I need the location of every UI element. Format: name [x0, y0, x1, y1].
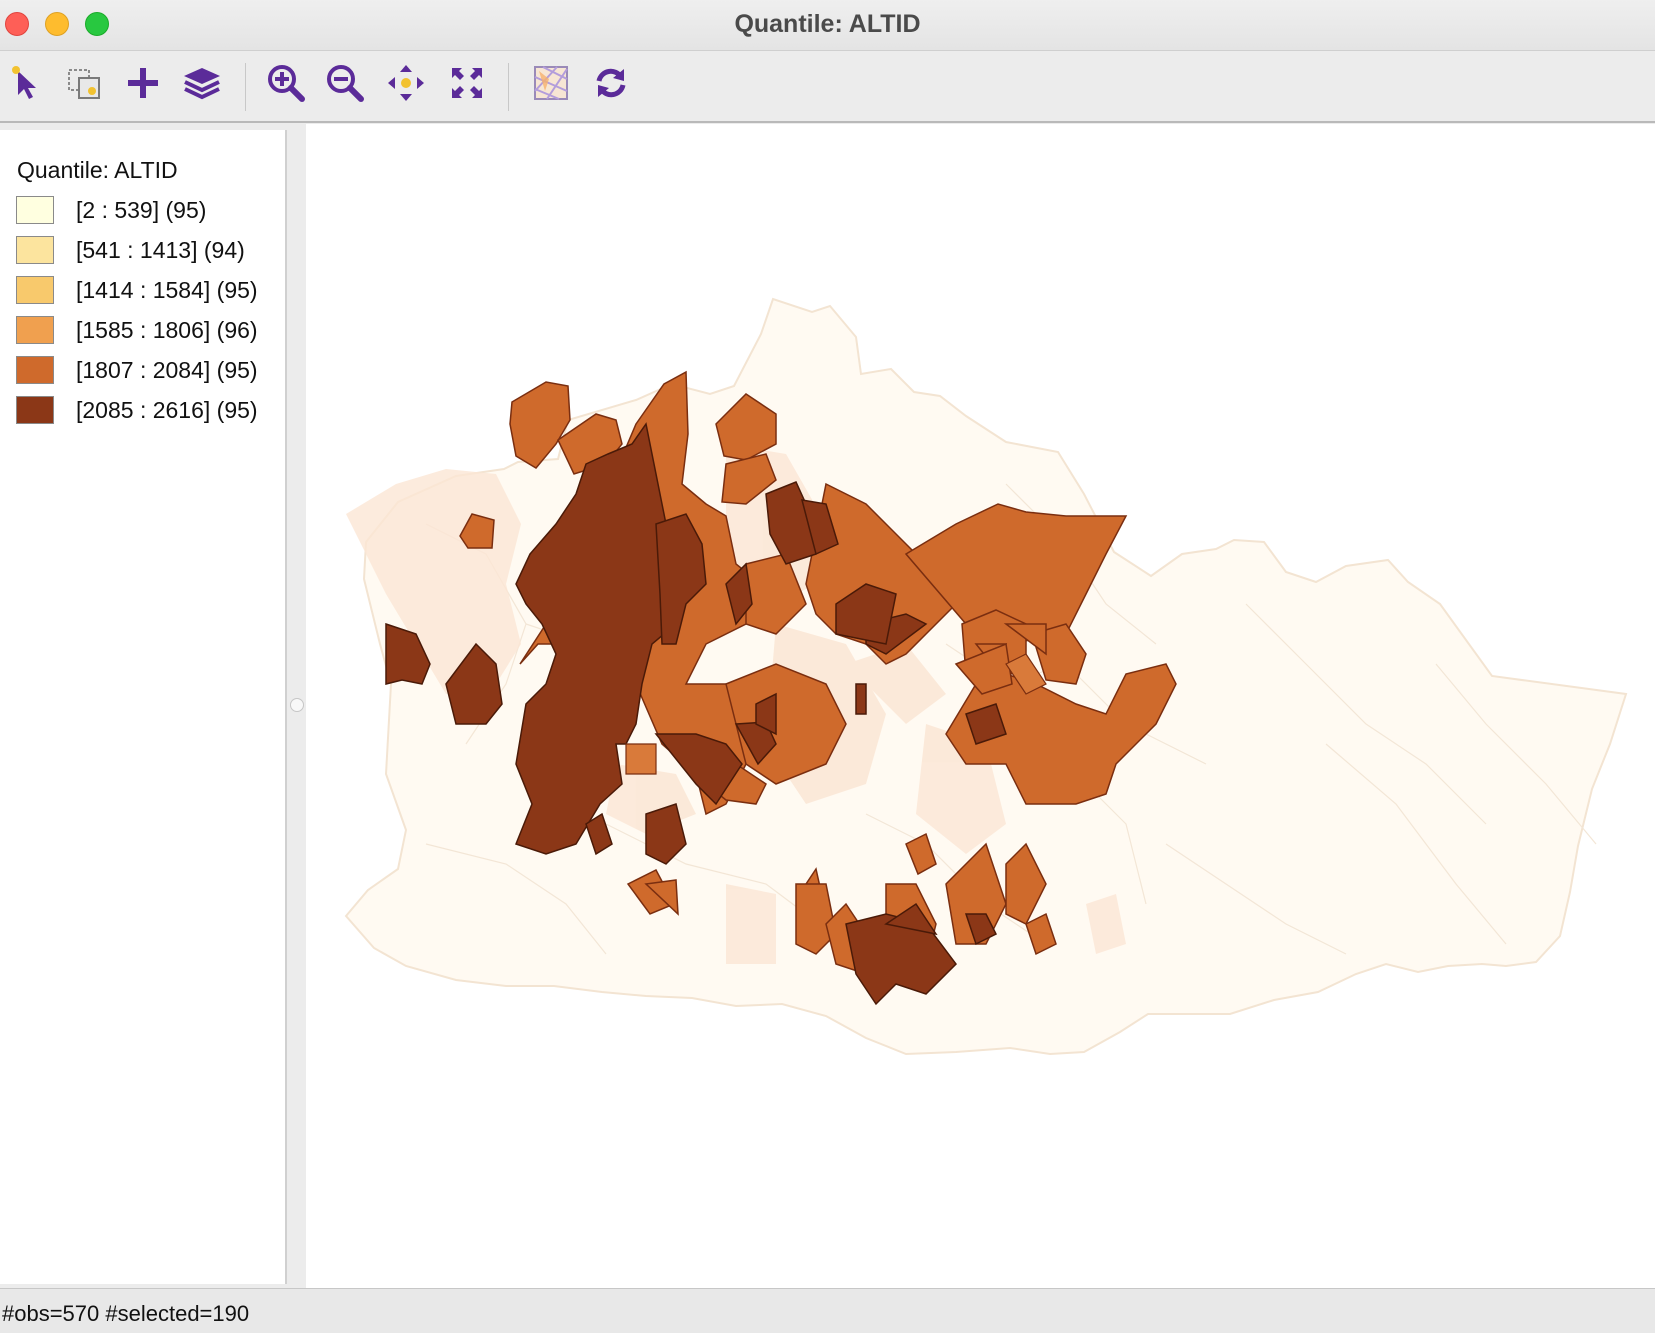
legend-label: [2085 : 2616] (95) [76, 397, 258, 423]
map-canvas[interactable] [306, 124, 1655, 1288]
selection-shapes-icon [68, 69, 100, 99]
legend-item[interactable]: [2 : 539] (95) [16, 196, 281, 226]
zoom-out-icon [327, 65, 364, 102]
legend-swatch [16, 356, 54, 384]
select-tool-button[interactable] [4, 61, 48, 105]
plus-icon [128, 68, 158, 98]
legend-panel: Quantile: ALTID [2 : 539] (95) [541 : 14… [0, 130, 287, 1284]
legend-label: [541 : 1413] (94) [76, 237, 245, 263]
zoom-in-button[interactable] [264, 61, 308, 105]
full-extent-button[interactable] [445, 61, 489, 105]
legend-item[interactable]: [2085 : 2616] (95) [16, 396, 281, 426]
status-bar: #obs=570 #selected=190 [0, 1288, 1655, 1333]
zoom-out-button[interactable] [323, 61, 367, 105]
legend-item[interactable]: [541 : 1413] (94) [16, 236, 281, 266]
legend-item[interactable]: [1585 : 1806] (96) [16, 316, 281, 346]
legend-item[interactable]: [1807 : 2084] (95) [16, 356, 281, 386]
panel-splitter[interactable] [287, 124, 306, 1288]
legend-swatch [16, 316, 54, 344]
legend-label: [1807 : 2084] (95) [76, 357, 258, 383]
window-title: Quantile: ALTID [734, 10, 921, 38]
legend-swatch [16, 236, 54, 264]
select-pointer-icon [12, 66, 36, 99]
legend-swatch [16, 196, 54, 224]
selection-shapes-button[interactable] [62, 61, 106, 105]
full-extent-icon [452, 68, 482, 98]
status-text: #obs=570 #selected=190 [2, 1301, 250, 1326]
choropleth-map [344, 297, 1628, 1056]
basemap-icon [534, 66, 568, 100]
layers-icon [184, 68, 220, 100]
title-bar: Quantile: ALTID [0, 0, 1655, 51]
legend-label: [1585 : 1806] (96) [76, 317, 258, 343]
legend-swatch [16, 396, 54, 424]
legend-item[interactable]: [1414 : 1584] (95) [16, 276, 281, 306]
add-button[interactable] [121, 61, 165, 105]
toolbar-separator [508, 63, 509, 111]
splitter-grip[interactable] [290, 698, 304, 712]
refresh-icon [596, 68, 626, 98]
toolbar [0, 51, 1655, 123]
pan-arrows-icon [388, 65, 424, 101]
basemap-button[interactable] [529, 61, 573, 105]
pan-button[interactable] [384, 61, 428, 105]
legend-label: [1414 : 1584] (95) [76, 277, 258, 303]
zoom-in-icon [268, 65, 305, 102]
legend-label: [2 : 539] (95) [76, 197, 207, 223]
layers-button[interactable] [180, 61, 224, 105]
toolbar-separator [245, 63, 246, 111]
legend-swatch [16, 276, 54, 304]
refresh-button[interactable] [589, 61, 633, 105]
legend-title: Quantile: ALTID [17, 157, 178, 183]
